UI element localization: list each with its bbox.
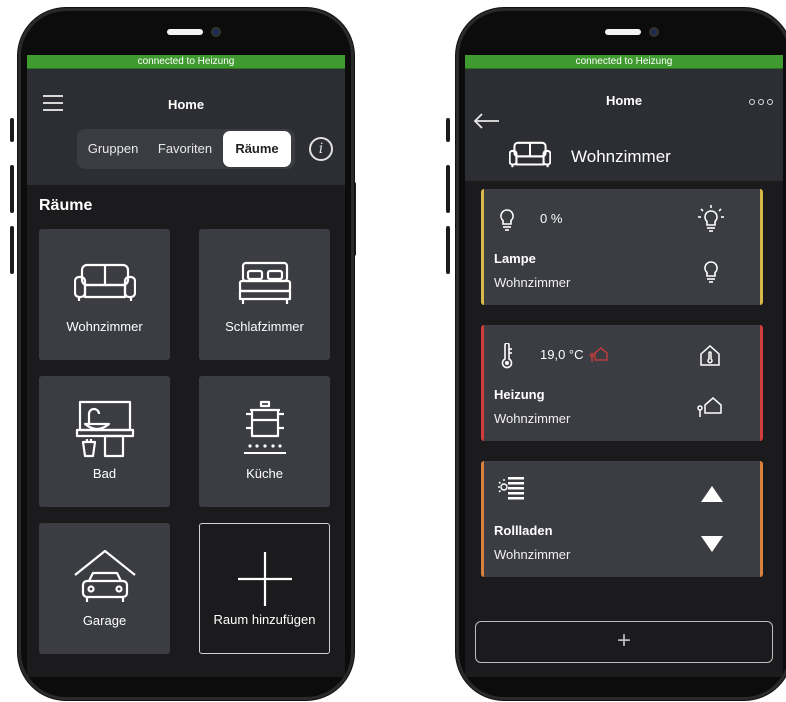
device-card-lampe[interactable]: 0 % Lampe Wohnzimmer <box>481 189 763 305</box>
view-segmented-control: Gruppen Favoriten Räume <box>77 129 295 169</box>
tab-gruppen[interactable]: Gruppen <box>79 131 147 167</box>
device-name: Lampe <box>494 251 536 266</box>
sofa-icon <box>73 263 136 301</box>
blinds-up-icon[interactable] <box>700 485 724 503</box>
blinds-icon <box>498 477 524 500</box>
thermometer-icon <box>501 343 513 369</box>
bulb-icon <box>500 209 514 231</box>
device-name: Rollladen <box>494 523 553 538</box>
room-detail-screen: connected to Heizung Home Wohnzimmer 0 %… <box>465 55 783 677</box>
device-room: Wohnzimmer <box>494 547 571 562</box>
bulb-on-icon[interactable] <box>698 205 724 233</box>
phone-left: connected to Heizung Home Gruppen Favori… <box>18 8 354 700</box>
add-room-label: Raum hinzufügen <box>213 612 316 627</box>
connection-status-bar: connected to Heizung <box>465 55 783 69</box>
room-tile-garage[interactable]: Garage <box>39 523 170 654</box>
home-thermostat-icon[interactable] <box>698 343 722 367</box>
bed-icon <box>238 261 291 304</box>
volume-down-button <box>10 226 14 274</box>
bathroom-sink-icon <box>75 400 134 458</box>
mute-switch <box>10 118 14 142</box>
room-label: Garage <box>82 613 127 628</box>
room-label: Küche <box>246 466 283 481</box>
speaker-grille <box>605 29 641 35</box>
device-card-rollladen[interactable]: Rollladen Wohnzimmer <box>481 461 763 577</box>
front-camera <box>649 27 659 37</box>
rooms-screen: connected to Heizung Home Gruppen Favori… <box>27 55 345 677</box>
room-label: Wohnzimmer <box>66 319 143 334</box>
room-tile-wohnzimmer[interactable]: Wohnzimmer <box>39 229 170 360</box>
garage-car-icon <box>73 549 136 602</box>
room-tile-schlafzimmer[interactable]: Schlafzimmer <box>199 229 330 360</box>
room-tile-bad[interactable]: Bad <box>39 376 170 507</box>
volume-down-button <box>446 226 450 274</box>
device-room: Wohnzimmer <box>494 275 571 290</box>
cooking-pot-icon <box>243 400 286 454</box>
section-title: Räume <box>39 197 93 214</box>
tab-raeume[interactable]: Räume <box>223 131 291 167</box>
connection-status-bar: connected to Heizung <box>27 55 345 69</box>
info-icon[interactable]: i <box>309 137 333 161</box>
device-name: Heizung <box>494 387 545 402</box>
volume-up-button <box>10 165 14 213</box>
add-device-button[interactable]: + <box>475 621 773 663</box>
header-title: Home <box>605 93 643 108</box>
mute-switch <box>446 118 450 142</box>
bulb-off-icon[interactable] <box>704 261 718 283</box>
front-camera <box>211 27 221 37</box>
sofa-icon <box>509 141 551 168</box>
room-title: Wohnzimmer <box>571 147 671 166</box>
away-home-icon[interactable] <box>696 395 722 419</box>
plus-icon <box>237 552 292 606</box>
room-label: Bad <box>92 466 117 481</box>
more-options-icon[interactable] <box>749 99 773 105</box>
app-header: Home Gruppen Favoriten Räume i <box>27 69 345 185</box>
blinds-down-icon[interactable] <box>700 535 724 553</box>
room-tile-kueche[interactable]: Küche <box>199 376 330 507</box>
volume-up-button <box>446 165 450 213</box>
header-title: Home <box>167 97 205 112</box>
add-room-tile[interactable]: Raum hinzufügen <box>199 523 330 654</box>
speaker-grille <box>167 29 203 35</box>
lamp-brightness-value: 0 % <box>540 211 563 226</box>
app-header: Home Wohnzimmer <box>465 69 783 181</box>
phone-right: connected to Heizung Home Wohnzimmer 0 %… <box>456 8 786 700</box>
away-mode-icon <box>589 347 608 362</box>
tab-favoriten[interactable]: Favoriten <box>147 131 223 167</box>
device-card-heizung[interactable]: 19,0 °C Heizung Wohnzimmer <box>481 325 763 441</box>
heating-temperature-value: 19,0 °C <box>540 347 584 362</box>
back-arrow-icon[interactable] <box>473 113 501 129</box>
device-room: Wohnzimmer <box>494 411 571 426</box>
room-label: Schlafzimmer <box>225 319 304 334</box>
